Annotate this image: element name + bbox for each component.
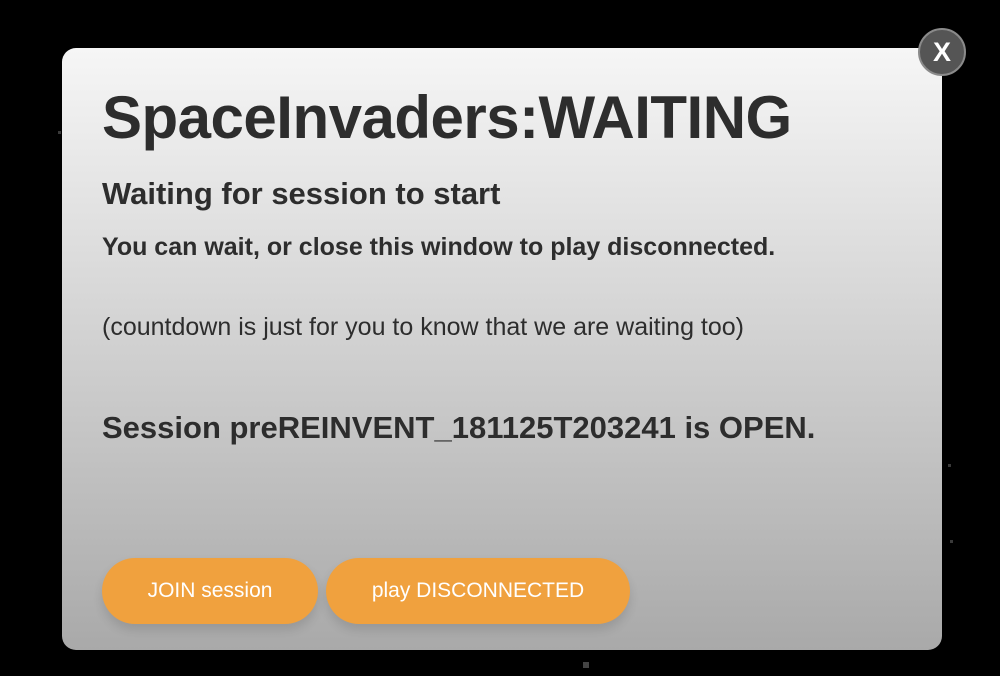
- dialog-instruction: You can wait, or close this window to pl…: [102, 233, 776, 261]
- dialog-subtitle: Waiting for session to start: [102, 176, 501, 211]
- countdown-note: (countdown is just for you to know that …: [102, 313, 744, 341]
- close-icon: X: [932, 36, 951, 67]
- game-background: SpaceInvaders:WAITING Waiting for sessio…: [0, 0, 1000, 676]
- background-star: [950, 540, 953, 543]
- dialog-buttons: JOIN session play DISCONNECTED: [102, 558, 630, 624]
- play-disconnected-button[interactable]: play DISCONNECTED: [326, 558, 630, 624]
- session-status: Session preREINVENT_181125T203241 is OPE…: [102, 410, 816, 445]
- join-session-button[interactable]: JOIN session: [102, 558, 318, 624]
- close-button[interactable]: X: [918, 28, 966, 76]
- dialog-title: SpaceInvaders:WAITING: [102, 84, 792, 151]
- background-star: [948, 464, 951, 467]
- background-star: [58, 131, 61, 134]
- background-star: [583, 662, 589, 668]
- waiting-dialog: SpaceInvaders:WAITING Waiting for sessio…: [62, 48, 942, 650]
